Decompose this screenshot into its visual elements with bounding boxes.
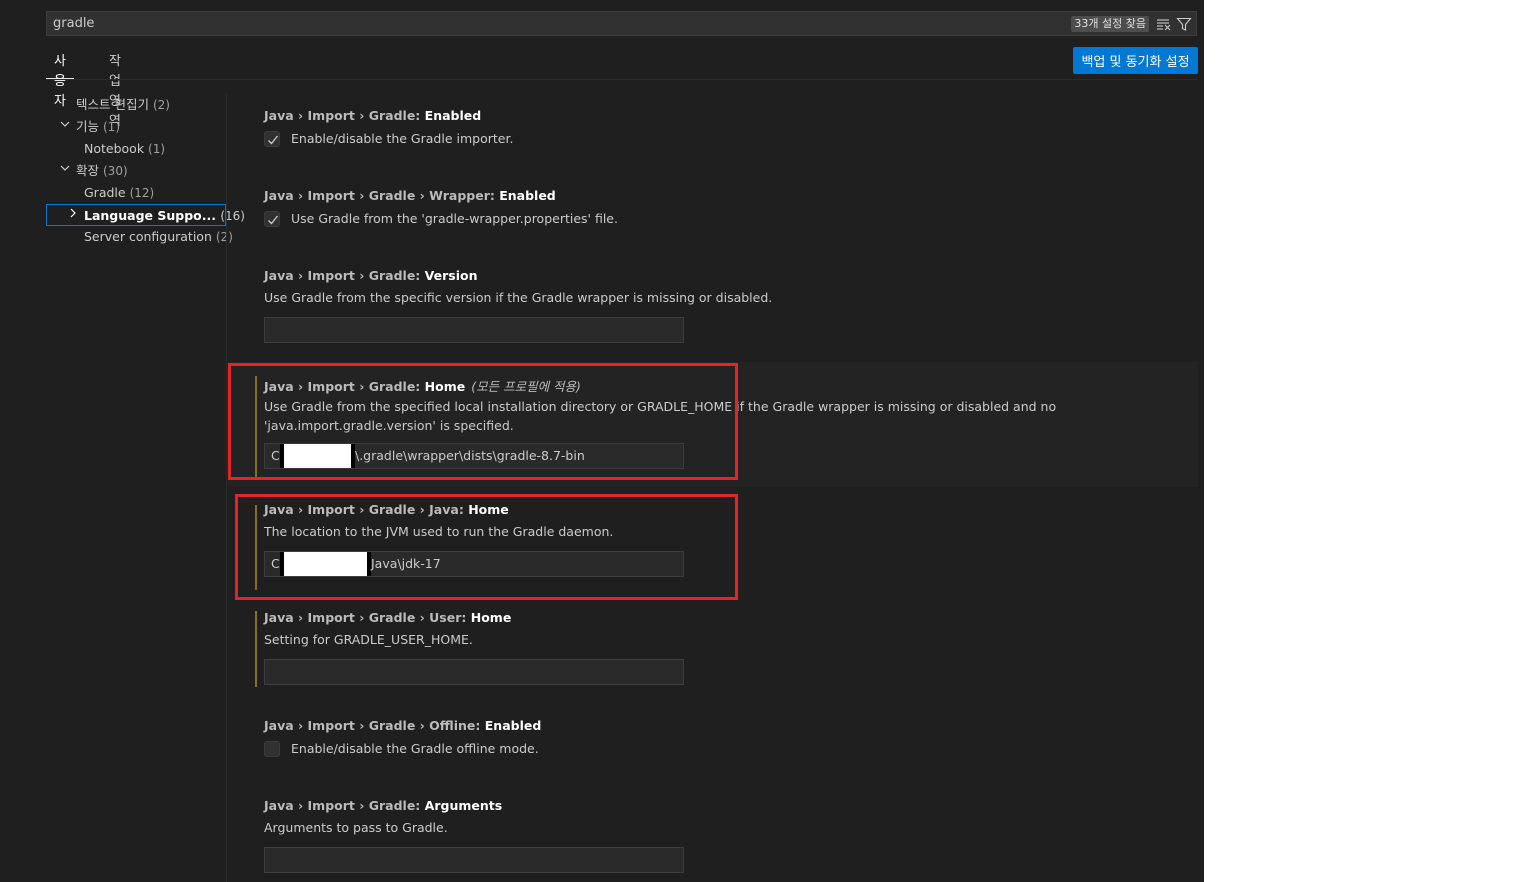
toc-item-text-editor[interactable]: 텍스트 편집기 (2): [46, 94, 256, 116]
toc-label: Language Suppo...: [84, 208, 216, 223]
gradle-enabled-checkbox[interactable]: [264, 131, 280, 147]
chevron-down-icon: [58, 160, 72, 182]
filter-icon[interactable]: [1176, 16, 1192, 32]
setting-title: Java › Import › Gradle › User: Home: [264, 610, 512, 625]
setting-description: Use Gradle from the 'gradle-wrapper.prop…: [291, 211, 618, 226]
gradle-java-home-input[interactable]: C Java\jdk-17: [264, 551, 684, 577]
tab-workspace[interactable]: 작업 영역: [101, 52, 129, 129]
redacted-block: [280, 444, 355, 468]
setting-gradle-arguments: Java › Import › Gradle: Arguments Argume…: [228, 790, 1198, 882]
tab-user[interactable]: 사용자: [46, 52, 74, 109]
setting-title: Java › Import › Gradle: Home (모든 프로필에 적용): [264, 379, 581, 394]
gradle-arguments-input[interactable]: [264, 847, 684, 873]
toc-count: (1): [103, 120, 120, 134]
toc-label: 확장: [76, 163, 100, 178]
setting-description: Arguments to pass to Gradle.: [264, 820, 448, 835]
clear-filter-icon[interactable]: [1156, 16, 1172, 32]
setting-title: Java › Import › Gradle: Version: [264, 268, 478, 283]
toc-label: 텍스트 편집기: [76, 97, 149, 112]
backup-sync-button[interactable]: 백업 및 동기화 설정: [1073, 47, 1198, 74]
gradle-wrapper-enabled-checkbox[interactable]: [264, 211, 280, 227]
settings-search-input[interactable]: gradle 33개 설정 찾음: [46, 11, 1197, 36]
setting-description: Enable/disable the Gradle offline mode.: [291, 741, 539, 756]
result-count-badge: 33개 설정 찾음: [1071, 16, 1149, 32]
input-value-suffix: Java\jdk-17: [371, 556, 441, 571]
toc-count: (1): [148, 142, 166, 156]
modified-indicator: [255, 505, 257, 590]
setting-gradle-java-home: Java › Import › Gradle › Java: Home The …: [228, 495, 1198, 593]
setting-description: Setting for GRADLE_USER_HOME.: [264, 632, 473, 647]
gradle-offline-checkbox[interactable]: [264, 741, 280, 757]
setting-title: Java › Import › Gradle: Arguments: [264, 798, 503, 813]
check-icon: [268, 135, 279, 145]
toc-item-language-support[interactable]: Language Suppo... (16): [46, 204, 245, 227]
setting-gradle-home: Java › Import › Gradle: Home (모든 프로필에 적용)…: [228, 362, 1198, 487]
gradle-version-input[interactable]: [264, 317, 684, 343]
setting-description: Enable/disable the Gradle importer.: [291, 131, 514, 146]
setting-title: Java › Import › Gradle: Enabled: [264, 108, 482, 123]
input-value-prefix: C: [271, 448, 280, 463]
setting-gradle-offline-enabled: Java › Import › Gradle › Offline: Enable…: [228, 710, 1198, 780]
input-value-suffix: \.gradle\wrapper\dists\gradle-8.7-bin: [355, 448, 585, 463]
setting-gradle-enabled: Java › Import › Gradle: Enabled Enable/d…: [228, 100, 1198, 170]
gradle-user-home-input[interactable]: [264, 659, 684, 685]
tabs-divider: [46, 79, 1197, 80]
setting-title: Java › Import › Gradle › Wrapper: Enable…: [264, 188, 556, 203]
redacted-block: [280, 552, 371, 576]
gradle-home-input[interactable]: C \.gradle\wrapper\dists\gradle-8.7-bin: [264, 443, 684, 469]
check-icon: [268, 215, 279, 225]
chevron-right-icon: [66, 205, 80, 227]
search-query[interactable]: gradle: [53, 16, 94, 31]
modified-indicator: [255, 611, 257, 687]
toc-count: (12): [129, 186, 155, 200]
toc-divider: [226, 94, 227, 882]
setting-title: Java › Import › Gradle › Offline: Enable…: [264, 718, 542, 733]
toc-label: 기능: [76, 119, 100, 134]
setting-title: Java › Import › Gradle › Java: Home: [264, 502, 509, 517]
setting-description: Use Gradle from the specific version if …: [264, 290, 773, 305]
modified-indicator: [255, 376, 257, 478]
setting-description: Use Gradle from the specified local inst…: [264, 399, 1057, 433]
toc-item-features[interactable]: 기능 (1): [46, 116, 256, 138]
input-value-prefix: C: [271, 556, 280, 571]
setting-gradle-wrapper-enabled: Java › Import › Gradle › Wrapper: Enable…: [228, 180, 1198, 250]
settings-editor: gradle 33개 설정 찾음 사용자 작업 영역 백업 및 동기화 설정 텍…: [0, 0, 1204, 882]
toc-count: (2): [152, 98, 170, 112]
toc-item-extensions[interactable]: 확장 (30): [46, 160, 256, 182]
setting-gradle-version: Java › Import › Gradle: Version Use Grad…: [228, 260, 1198, 352]
toc-label: Server configuration: [84, 229, 212, 244]
toc-label: Notebook: [84, 141, 145, 156]
toc-count: (30): [103, 164, 128, 178]
toc-label: Gradle: [84, 185, 126, 200]
setting-description: The location to the JVM used to run the …: [264, 524, 614, 539]
chevron-down-icon: [58, 116, 72, 138]
setting-gradle-user-home: Java › Import › Gradle › User: Home Sett…: [228, 603, 1198, 695]
